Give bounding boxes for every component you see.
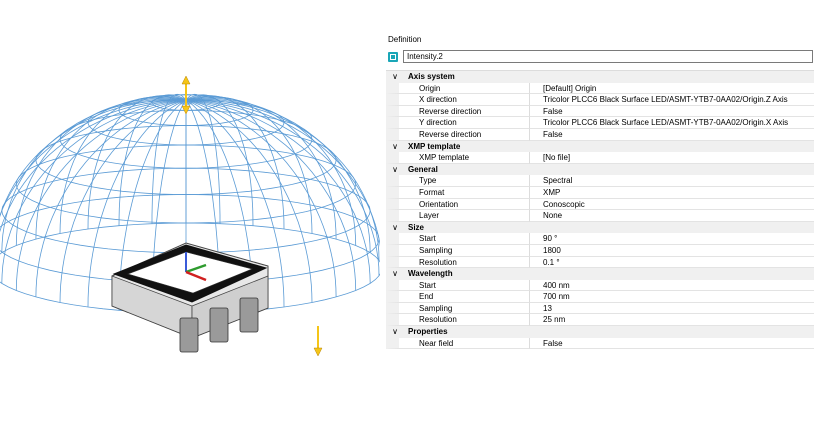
property-name: Resolution bbox=[386, 256, 529, 269]
property-row[interactable]: X direction Tricolor PLCC6 Black Surface … bbox=[386, 94, 814, 106]
property-value[interactable]: 25 nm bbox=[529, 314, 814, 327]
property-name: Sampling bbox=[386, 302, 529, 315]
meridian-line bbox=[151, 93, 187, 224]
property-name: Start bbox=[386, 233, 529, 245]
property-row[interactable]: XMP template [No file] bbox=[386, 152, 814, 164]
chevron-down-icon[interactable]: ∨ bbox=[391, 268, 399, 280]
chevron-down-icon[interactable]: ∨ bbox=[391, 222, 399, 234]
chevron-down-icon[interactable]: ∨ bbox=[391, 326, 399, 338]
property-value[interactable]: 13 bbox=[529, 302, 814, 315]
led-pin bbox=[209, 307, 229, 343]
meridian-line bbox=[0, 99, 187, 217]
property-name: Near field bbox=[386, 337, 529, 350]
property-row[interactable]: Sampling 1800 bbox=[386, 244, 814, 257]
property-row[interactable]: Start 90 ° bbox=[386, 233, 814, 245]
led-pin bbox=[179, 317, 199, 353]
property-value[interactable]: 1800 bbox=[529, 244, 814, 257]
property-value[interactable]: [No file] bbox=[529, 152, 814, 164]
property-name: Type bbox=[386, 175, 529, 187]
meridian-line bbox=[185, 93, 221, 224]
property-value[interactable]: False bbox=[529, 128, 814, 141]
property-row[interactable]: Y direction Tricolor PLCC6 Black Surface … bbox=[386, 117, 814, 129]
property-name: XMP template bbox=[386, 152, 529, 164]
property-value[interactable]: 90 ° bbox=[529, 233, 814, 245]
definition-name-row: Intensity.2 bbox=[386, 50, 814, 64]
property-value[interactable]: False bbox=[529, 105, 814, 118]
property-value[interactable]: Conoscopic bbox=[529, 198, 814, 211]
property-row[interactable]: Origin [Default] Origin bbox=[386, 82, 814, 95]
category-row[interactable]: ∨ General bbox=[386, 163, 814, 176]
property-value[interactable]: None bbox=[529, 210, 814, 222]
category-label: Wavelength bbox=[408, 269, 453, 279]
led-pin bbox=[239, 297, 259, 333]
up-arrow-head bbox=[181, 75, 191, 85]
property-row[interactable]: Near field False bbox=[386, 337, 814, 350]
category-label: Properties bbox=[408, 327, 448, 337]
intensity-sensor-icon bbox=[388, 52, 398, 62]
property-name: Origin bbox=[386, 82, 529, 95]
category-row[interactable]: ∨ Size bbox=[386, 221, 814, 234]
property-row[interactable]: End 700 nm bbox=[386, 291, 814, 303]
property-value[interactable]: False bbox=[529, 337, 814, 350]
category-label: General bbox=[408, 164, 438, 174]
property-row[interactable]: Start 400 nm bbox=[386, 279, 814, 292]
intensity-sensor-scene bbox=[0, 75, 383, 357]
property-row[interactable]: Sampling 13 bbox=[386, 302, 814, 315]
property-row[interactable]: Orientation Conoscopic bbox=[386, 198, 814, 211]
property-name: Layer bbox=[386, 210, 529, 222]
category-label: Size bbox=[408, 222, 425, 232]
property-name: Sampling bbox=[386, 244, 529, 257]
category-label: XMP template bbox=[408, 141, 461, 151]
property-value[interactable]: Tricolor PLCC6 Black Surface LED/ASMT-YT… bbox=[529, 117, 814, 129]
property-value[interactable]: 0.1 ° bbox=[529, 256, 814, 269]
chevron-down-icon[interactable]: ∨ bbox=[391, 71, 399, 83]
property-value[interactable]: Tricolor PLCC6 Black Surface LED/ASMT-YT… bbox=[529, 94, 814, 106]
property-row[interactable]: Reverse direction False bbox=[386, 128, 814, 141]
property-value[interactable]: Spectral bbox=[529, 175, 814, 187]
chevron-down-icon[interactable]: ∨ bbox=[391, 141, 399, 153]
property-row[interactable]: Format XMP bbox=[386, 186, 814, 199]
property-name: End bbox=[386, 291, 529, 303]
property-name: Orientation bbox=[386, 198, 529, 211]
category-row[interactable]: ∨ Wavelength bbox=[386, 268, 814, 280]
definition-panel: Definition Intensity.2 ∨ Axis system Origi… bbox=[386, 32, 816, 372]
property-row[interactable]: Layer None bbox=[386, 210, 814, 222]
property-name: Resolution bbox=[386, 314, 529, 327]
category-row[interactable]: ∨ Axis system bbox=[386, 71, 814, 83]
property-name: Reverse direction bbox=[386, 105, 529, 118]
property-name: Y direction bbox=[386, 117, 529, 129]
property-name: Start bbox=[386, 279, 529, 292]
property-row[interactable]: Resolution 0.1 ° bbox=[386, 256, 814, 269]
property-name: Reverse direction bbox=[386, 128, 529, 141]
property-row[interactable]: Reverse direction False bbox=[386, 105, 814, 118]
property-value[interactable]: 700 nm bbox=[529, 291, 814, 303]
3d-viewport[interactable] bbox=[0, 40, 383, 380]
property-value[interactable]: [Default] Origin bbox=[529, 82, 814, 95]
property-name: X direction bbox=[386, 94, 529, 106]
category-row[interactable]: ∨ Properties bbox=[386, 326, 814, 338]
category-label: Axis system bbox=[408, 72, 455, 81]
property-value[interactable]: XMP bbox=[529, 186, 814, 199]
definition-name-field[interactable]: Intensity.2 bbox=[403, 50, 813, 63]
property-grid: ∨ Axis system Origin [Default] Origin X dire… bbox=[386, 70, 814, 350]
property-value[interactable]: 400 nm bbox=[529, 279, 814, 292]
down-arrow-head bbox=[313, 347, 323, 357]
chevron-down-icon[interactable]: ∨ bbox=[391, 164, 399, 176]
category-row[interactable]: ∨ XMP template bbox=[386, 140, 814, 153]
property-row[interactable]: Type Spectral bbox=[386, 175, 814, 187]
panel-title: Definition bbox=[388, 35, 422, 44]
property-row[interactable]: Resolution 25 nm bbox=[386, 314, 814, 327]
property-name: Format bbox=[386, 186, 529, 199]
